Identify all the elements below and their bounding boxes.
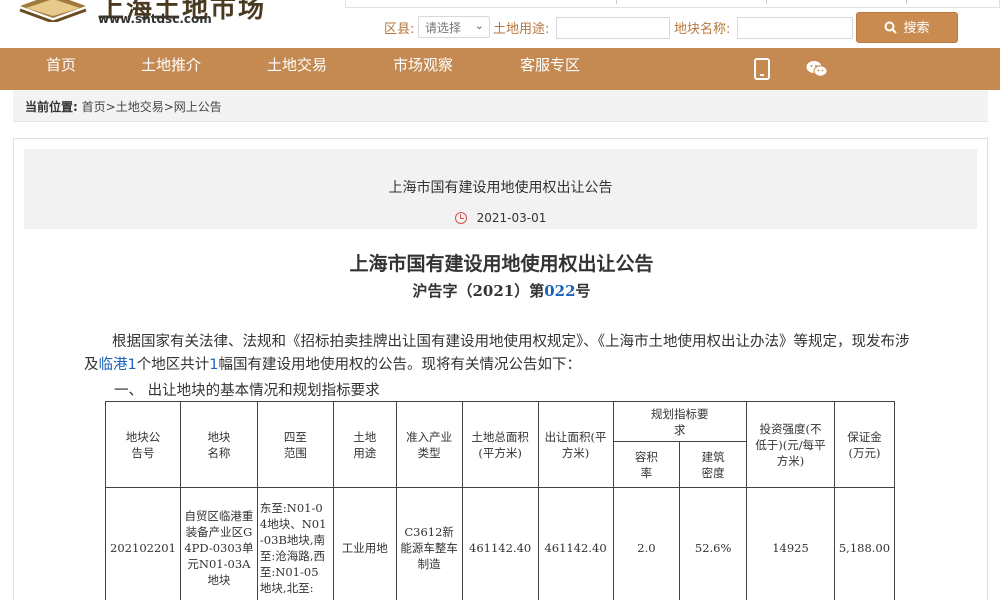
clock-icon [454,212,467,224]
section-heading: 一、 出让地块的基本情况和规划指标要求 [114,383,380,399]
doc-no-suffix: 号 [575,282,591,300]
th-density: 建筑密度 [679,441,748,488]
th-deposit: 保证金(万元) [833,401,896,488]
cell-code: 202102201 [105,487,181,600]
land-plot-table: 地块公告号 地块名称 四至范围 土地用途 准入产业类型 土地总面积(平方米) 出… [105,401,896,600]
site-header: 上海土地市场 www.shtdsc.com 区县: 请选择 ⌄ 土地用途: 地块… [0,0,1000,48]
th-name: 地块名称 [179,401,258,488]
th-sale-area: 出让面积(平方米) [537,401,614,488]
search-icon [884,21,898,34]
nav-item-land-trading[interactable]: 土地交易 [267,48,327,90]
cell-far: 2.0 [612,487,681,600]
search-button[interactable]: 搜索 [856,12,958,43]
document-title: 上海市国有建设用地使用权出让公告 [349,253,654,275]
cell-sale-area: 461142.40 [537,487,614,600]
usage-label: 土地用途: [493,22,550,37]
th-far: 容积率 [612,441,681,488]
document-number: 沪告字（2021）第022号 [14,280,989,301]
notice-header: 上海市国有建设用地使用权出让公告 2021-03-01 [24,149,977,229]
cell-bounds: 东至:N01-04地块、N01-03B地块,南至:沧海路,西至:N01-05地块… [256,487,334,600]
cell-invest: 14925 [746,487,835,600]
plot-name-label: 地块名称: [674,22,731,37]
wechat-icon[interactable] [806,60,828,78]
th-plan: 规划指标要求 [612,401,748,442]
cell-deposit: 5,188.00 [833,487,896,600]
intro-paragraph: 根据国家有关法律、法规和《招标拍卖挂牌出让国有建设用地使用权规定》、《上海市土地… [84,331,914,377]
nav-item-land-promotion[interactable]: 土地推介 [141,48,201,90]
main-nav: 首页 土地推介 土地交易 市场观察 客服专区 [0,48,1000,90]
cell-usage: 工业用地 [332,487,397,600]
district-select[interactable]: 请选择 ⌄ [418,16,490,38]
plot-name-input[interactable] [737,17,853,39]
th-usage: 土地用途 [332,401,397,488]
th-code: 地块公告号 [105,401,181,488]
para-part-2: 个地区共计 [136,357,210,373]
th-invest: 投资强度(不低于)(元/每平方米) [746,401,835,488]
top-link-strip [345,0,1000,8]
notice-content: 上海市国有建设用地使用权出让公告 2021-03-01 上海市国有建设用地使用权… [13,138,988,600]
table-row: 202102201 自贸区临港重装备产业区G4PD-0303单元N01-03A地… [105,487,896,600]
chevron-down-icon: ⌄ [474,19,484,32]
site-url[interactable]: www.shtdsc.com [98,12,212,26]
th-bounds: 四至范围 [256,401,334,488]
doc-no-num: 022 [544,282,576,300]
nav-item-home[interactable]: 首页 [46,48,76,90]
nav-item-customer-service[interactable]: 客服专区 [520,48,580,90]
breadcrumb: 当前位置: 首页>土地交易>网上公告 [13,90,988,122]
logo-book-icon[interactable] [18,0,88,22]
notice-date: 2021-03-01 [476,211,547,225]
cell-industry: C3612新能源车整车制造 [395,487,463,600]
cell-name: 自贸区临港重装备产业区G4PD-0303单元N01-03A地块 [179,487,258,600]
district-select-value: 请选择 [425,21,462,35]
cell-density: 52.6% [679,487,748,600]
para-part-3: 幅国有建设用地使用权的公告。现将有关情况公告如下： [218,357,581,373]
th-industry: 准入产业类型 [395,401,463,488]
doc-no-prefix: 沪告字（2021）第 [412,282,545,300]
cell-total-area: 461142.40 [461,487,539,600]
notice-title: 上海市国有建设用地使用权出让公告 [388,180,613,196]
breadcrumb-label: 当前位置: [25,100,78,114]
search-button-label: 搜索 [903,21,930,36]
mobile-icon[interactable] [754,58,770,80]
para-highlight-area: 临港1 [98,357,137,373]
usage-input[interactable] [556,17,670,39]
nav-item-market-watch[interactable]: 市场观察 [393,48,453,90]
breadcrumb-path[interactable]: 首页>土地交易>网上公告 [82,100,222,114]
th-total-area: 土地总面积(平方米) [461,401,539,488]
district-label: 区县: [384,22,415,37]
